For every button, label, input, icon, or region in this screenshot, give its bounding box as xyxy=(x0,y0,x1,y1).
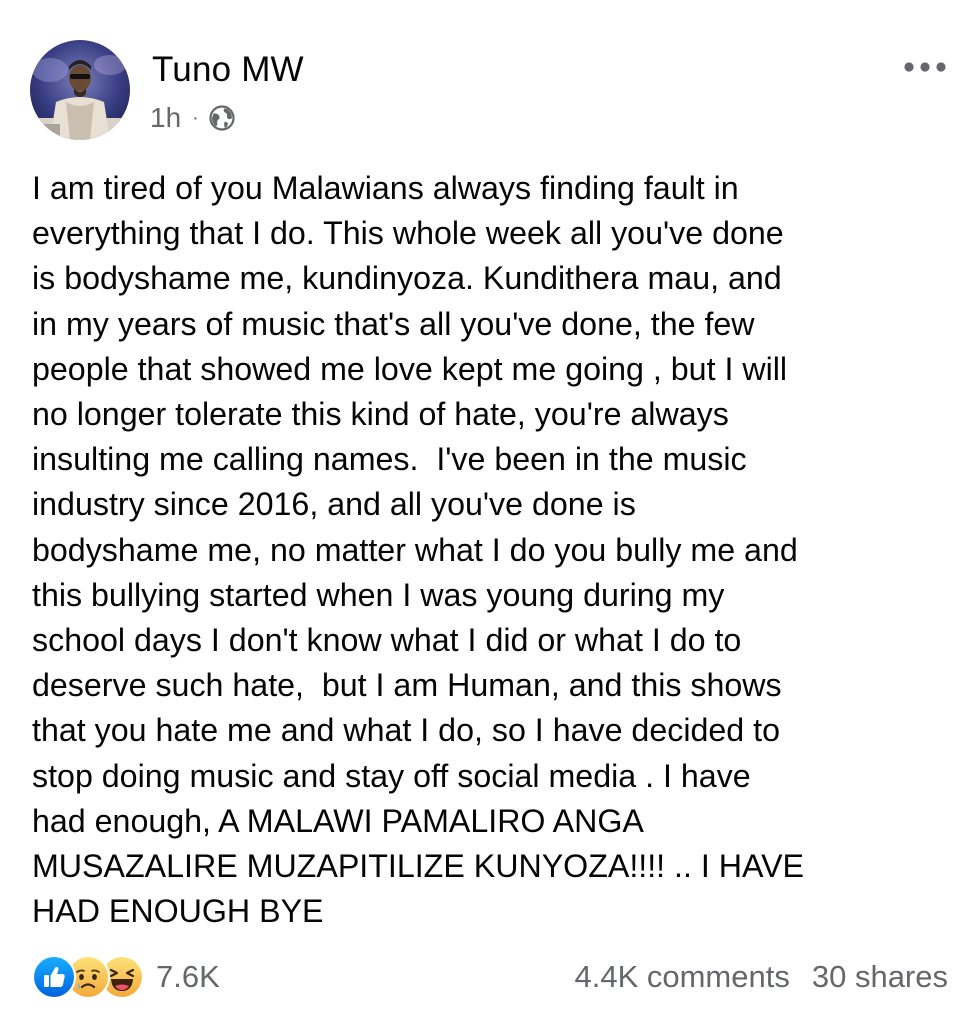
like-icon xyxy=(32,955,76,999)
post-text-line: everything that I do. This whole week al… xyxy=(32,215,784,252)
post-text-line: is bodyshame me, kundinyoza. Kundithera … xyxy=(32,260,782,297)
reaction-count: 7.6K xyxy=(156,959,220,994)
meta-separator: · xyxy=(192,106,199,129)
post-timestamp[interactable]: 1h xyxy=(150,102,181,134)
post-text-line: no longer tolerate this kind of hate, yo… xyxy=(32,396,729,433)
post-text-line: had enough, A MALAWI PAMALIRO ANGA xyxy=(32,802,644,839)
post-text-line: people that showed me love kept me going… xyxy=(32,350,788,387)
post-text-line: MUSAZALIRE MUZAPITILIZE KUNYOZA!!!! .. I… xyxy=(32,848,805,885)
reactions-summary[interactable]: 7.6K xyxy=(32,955,220,999)
post-text-line: school days I don't know what I did or w… xyxy=(32,622,742,659)
post-text-line: stop doing music and stay off social med… xyxy=(32,757,751,794)
post-text-line: I am tired of you Malawians always findi… xyxy=(32,170,739,206)
comments-count[interactable]: 4.4K comments xyxy=(574,959,789,995)
globe-icon[interactable] xyxy=(208,104,236,132)
author-avatar[interactable] xyxy=(30,40,130,140)
post-text-line: insulting me calling names. I've been in… xyxy=(32,441,747,478)
post-text-line: bodyshame me, no matter what I do you bu… xyxy=(32,531,798,568)
shares-count[interactable]: 30 shares xyxy=(812,959,948,995)
facebook-post: Tuno MW 1h · I am tired of you Malawians… xyxy=(0,0,980,1024)
post-text-line: this bullying started when I was young d… xyxy=(32,576,725,613)
post-text-line: industry since 2016, and all you've done… xyxy=(32,486,636,523)
engagement-counts: 4.4K comments 30 shares xyxy=(574,959,948,995)
post-footer: 7.6K 4.4K comments 30 shares xyxy=(32,952,948,1002)
post-text: I am tired of you Malawians always findi… xyxy=(32,166,962,934)
post-text-line: in my years of music that's all you've d… xyxy=(32,305,755,342)
post-text-line: HAD ENOUGH BYE xyxy=(32,893,324,930)
post-meta: 1h · xyxy=(150,100,236,136)
more-options-icon[interactable] xyxy=(895,50,955,84)
post-text-line: deserve such hate, but I am Human, and t… xyxy=(32,667,782,704)
post-text-line: that you hate me and what I do, so I hav… xyxy=(32,712,780,749)
author-name[interactable]: Tuno MW xyxy=(152,50,304,90)
